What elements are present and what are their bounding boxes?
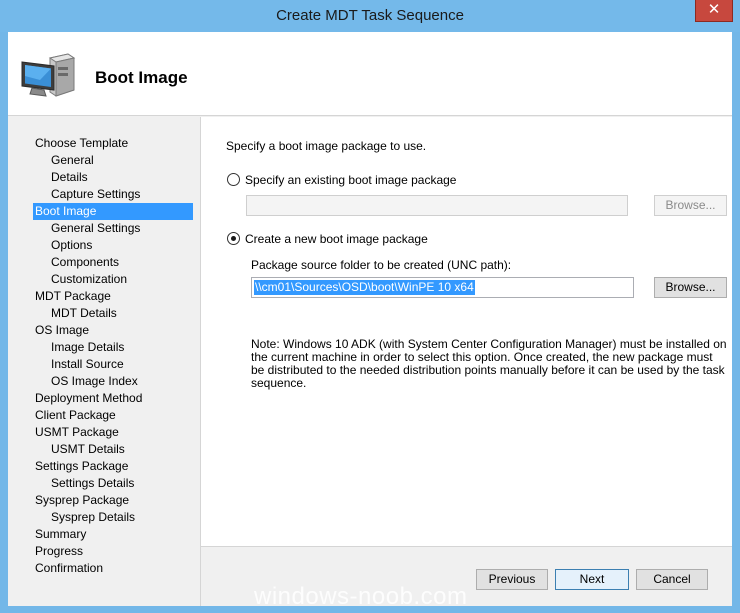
nav-item-boot-image[interactable]: Boot Image: [33, 203, 193, 220]
nav-item-mdt-details[interactable]: MDT Details: [49, 305, 117, 322]
close-icon: ✕: [707, 0, 721, 18]
nav-item-summary[interactable]: Summary: [33, 526, 86, 543]
nav-item-image-details[interactable]: Image Details: [49, 339, 124, 356]
computer-icon: [21, 53, 76, 97]
radio-new-package[interactable]: [227, 232, 240, 245]
instruction-text: Specify a boot image package to use.: [226, 139, 427, 153]
nav-item-sysprep-details[interactable]: Sysprep Details: [49, 509, 135, 526]
nav-item-capture-settings[interactable]: Capture Settings: [49, 186, 140, 203]
radio-existing-package[interactable]: [227, 173, 240, 186]
wizard-header: Boot Image: [8, 32, 732, 116]
cancel-button[interactable]: Cancel: [636, 569, 708, 590]
radio-existing-package-label[interactable]: Specify an existing boot image package: [245, 173, 456, 187]
nav-item-general-settings[interactable]: General Settings: [49, 220, 140, 237]
nav-item-choose-template[interactable]: Choose Template: [33, 135, 128, 152]
window-title: Create MDT Task Sequence: [276, 7, 464, 24]
nav-item-mdt-package[interactable]: MDT Package: [33, 288, 111, 305]
wizard-window: Create MDT Task Sequence ✕ Boot Image Ch…: [0, 0, 740, 613]
nav-item-customization[interactable]: Customization: [49, 271, 127, 288]
package-source-label: Package source folder to be created (UNC…: [251, 258, 512, 272]
nav-item-details[interactable]: Details: [49, 169, 88, 186]
wizard-client: Boot Image Choose Template General Detai…: [8, 32, 732, 606]
nav-item-options[interactable]: Options: [49, 237, 92, 254]
nav-item-progress[interactable]: Progress: [33, 543, 83, 560]
existing-package-field[interactable]: [246, 195, 628, 216]
previous-button[interactable]: Previous: [476, 569, 548, 590]
nav-item-settings-details[interactable]: Settings Details: [49, 475, 134, 492]
nav-item-deployment-method[interactable]: Deployment Method: [33, 390, 142, 407]
nav-item-general[interactable]: General: [49, 152, 94, 169]
nav-item-client-package[interactable]: Client Package: [33, 407, 116, 424]
page-title: Boot Image: [95, 68, 188, 87]
wizard-content: Specify a boot image package to use. Spe…: [201, 117, 732, 547]
watermark-text: windows-noob.com: [254, 583, 468, 610]
nav-item-install-source[interactable]: Install Source: [49, 356, 124, 373]
browse-new-button[interactable]: Browse...: [654, 277, 727, 298]
wizard-nav: Choose Template General Details Capture …: [8, 117, 201, 606]
browse-existing-button[interactable]: Browse...: [654, 195, 727, 216]
nav-item-usmt-package[interactable]: USMT Package: [33, 424, 119, 441]
nav-item-components[interactable]: Components: [49, 254, 119, 271]
note-text: Note: Windows 10 ADK (with System Center…: [251, 337, 727, 390]
nav-item-sysprep-package[interactable]: Sysprep Package: [33, 492, 129, 509]
nav-item-settings-package[interactable]: Settings Package: [33, 458, 128, 475]
nav-item-os-image[interactable]: OS Image: [33, 322, 89, 339]
nav-item-os-image-index[interactable]: OS Image Index: [49, 373, 138, 390]
close-button[interactable]: ✕: [695, 0, 733, 22]
nav-item-usmt-details[interactable]: USMT Details: [49, 441, 125, 458]
nav-item-confirmation[interactable]: Confirmation: [33, 560, 103, 577]
radio-new-package-label[interactable]: Create a new boot image package: [245, 232, 428, 246]
package-source-value: \\cm01\Sources\OSD\boot\WinPE 10 x64: [254, 280, 475, 295]
package-source-input[interactable]: \\cm01\Sources\OSD\boot\WinPE 10 x64: [251, 277, 634, 298]
next-button[interactable]: Next: [555, 569, 629, 590]
title-bar[interactable]: Create MDT Task Sequence ✕: [0, 0, 740, 32]
